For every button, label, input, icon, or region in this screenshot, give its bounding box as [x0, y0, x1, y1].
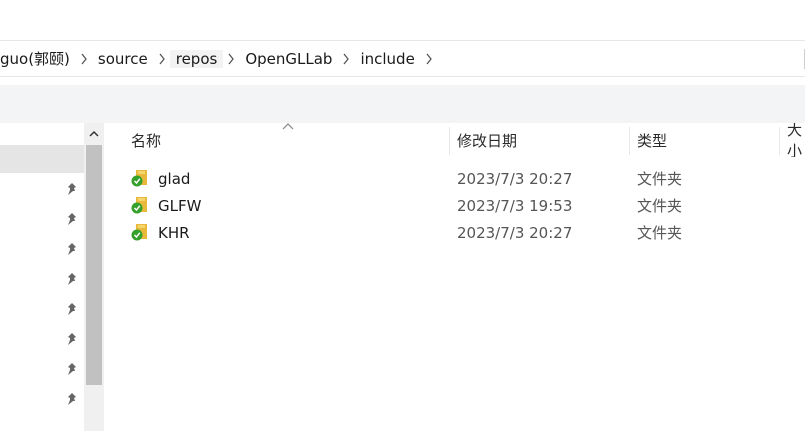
scrollbar-thumb[interactable]	[86, 145, 102, 385]
pin-icon[interactable]	[64, 361, 80, 377]
breadcrumb-label[interactable]: include	[354, 50, 420, 68]
file-type: 文件夹	[637, 197, 683, 215]
file-type: 文件夹	[637, 224, 683, 242]
pin-icon[interactable]	[64, 211, 80, 227]
chevron-right-icon[interactable]	[223, 41, 239, 76]
pin-icon[interactable]	[64, 241, 80, 257]
breadcrumb-opengllab[interactable]: OpenGLLab	[239, 41, 338, 76]
file-row[interactable]: KHR 2023/7/3 20:27 文件夹	[105, 219, 805, 246]
breadcrumb-include[interactable]: include	[354, 41, 420, 76]
column-size[interactable]: 大小	[779, 123, 805, 157]
breadcrumb-label[interactable]: OpenGLLab	[239, 50, 338, 68]
folder-synced-icon	[131, 224, 147, 241]
chevron-right-icon[interactable]	[154, 41, 170, 76]
column-date[interactable]: 修改日期	[449, 123, 629, 157]
navigation-pane	[0, 123, 105, 431]
pin-icon[interactable]	[64, 301, 80, 317]
pin-icon[interactable]	[64, 181, 80, 197]
file-date: 2023/7/3 20:27	[457, 169, 573, 188]
command-bar	[0, 85, 805, 123]
column-date-label: 修改日期	[457, 131, 518, 150]
file-row[interactable]: glad 2023/7/3 20:27 文件夹	[105, 165, 805, 192]
file-type: 文件夹	[637, 170, 683, 188]
folder-synced-icon	[131, 170, 147, 187]
file-date: 2023/7/3 20:27	[457, 223, 573, 242]
chevron-right-icon[interactable]	[421, 41, 437, 76]
folder-synced-icon	[131, 197, 147, 214]
file-date: 2023/7/3 19:53	[457, 196, 573, 215]
file-name[interactable]: GLFW	[158, 192, 201, 219]
file-explorer-window: guo(郭颐) source repos OpenGLLab include 名…	[0, 0, 805, 431]
file-list: 名称 修改日期 类型 大小 glad 2023/7/3 20:27 文件夹 GL…	[105, 123, 805, 431]
file-name[interactable]: KHR	[158, 219, 190, 246]
breadcrumb-label[interactable]: source	[92, 50, 154, 68]
file-row[interactable]: GLFW 2023/7/3 19:53 文件夹	[105, 192, 805, 219]
scroll-up-icon[interactable]	[84, 123, 104, 145]
breadcrumb-label[interactable]: guo(郭颐)	[0, 48, 76, 69]
column-size-label: 大小	[787, 123, 803, 157]
file-name[interactable]: glad	[158, 165, 190, 192]
chevron-right-icon[interactable]	[338, 41, 354, 76]
breadcrumb-guo[interactable]: guo(郭颐)	[0, 41, 76, 76]
column-name-label: 名称	[131, 131, 162, 150]
breadcrumb-source[interactable]: source	[92, 41, 154, 76]
breadcrumb-repos[interactable]: repos	[169, 41, 224, 76]
sort-up-icon	[282, 123, 294, 130]
column-type[interactable]: 类型	[629, 123, 779, 157]
pin-icon[interactable]	[64, 271, 80, 287]
pin-icon[interactable]	[64, 331, 80, 347]
breadcrumb-label[interactable]: repos	[169, 49, 224, 68]
chevron-right-icon[interactable]	[76, 41, 92, 76]
pin-icon[interactable]	[64, 391, 80, 407]
column-header: 名称 修改日期 类型 大小	[105, 123, 805, 157]
address-bar[interactable]: guo(郭颐) source repos OpenGLLab include	[0, 40, 805, 77]
nav-item-selected[interactable]	[0, 145, 84, 173]
column-type-label: 类型	[637, 131, 668, 150]
nav-scrollbar[interactable]	[84, 123, 104, 431]
